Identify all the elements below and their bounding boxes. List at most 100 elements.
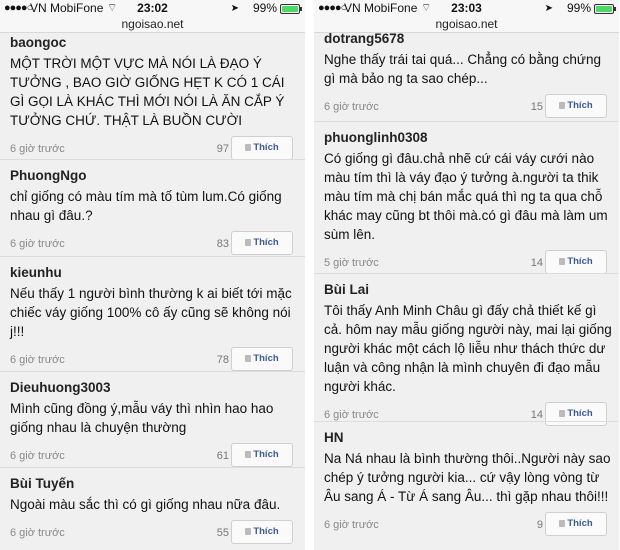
location-icon: ➤ xyxy=(544,3,553,14)
thumbs-up-icon xyxy=(245,355,252,362)
comment-time: 6 giờ trước xyxy=(10,450,65,462)
comment-author[interactable]: baongoc xyxy=(10,34,299,52)
comment-item: Dieuhuong3003 Mình cũng đồng ý,mẫu váy t… xyxy=(0,379,305,469)
comment-item: HN Na Ná nhau là bình thường thôi..Người… xyxy=(314,429,619,538)
divider xyxy=(0,256,305,257)
comment-item: dotrang5678 Nghe thấy trái tai quá... Ch… xyxy=(314,33,619,120)
comment-time: 6 giờ trước xyxy=(324,519,379,531)
like-label: Thích xyxy=(567,100,593,111)
comment-text: chỉ giống có màu tím mà tố tùm lum.Có gi… xyxy=(10,189,282,223)
comment-author[interactable]: Bùi Lai xyxy=(324,281,613,299)
comment-meta: 6 giờ trước 55 Thích xyxy=(10,520,299,546)
comment-time: 6 giờ trước xyxy=(10,354,65,366)
like-count: 97 xyxy=(216,143,229,155)
comment-meta: 6 giờ trước 83 Thích xyxy=(10,231,299,257)
like-count: 9 xyxy=(536,519,543,531)
status-bar: ●●●●○ VN MobiFone ⌔ 23:02 ➤ 99% xyxy=(0,0,305,17)
comment-meta: 6 giờ trước 15 Thích xyxy=(324,94,613,120)
like-count: 61 xyxy=(216,450,229,462)
comment-time: 6 giờ trước xyxy=(324,409,379,421)
like-count: 14 xyxy=(530,257,543,269)
like-label: Thích xyxy=(253,237,279,248)
divider xyxy=(0,371,305,372)
like-button[interactable]: Thích xyxy=(231,136,293,160)
comment-text: Na Ná nhau là bình thường thôi..Người nà… xyxy=(324,451,611,504)
comment-text: Mình cũng đồng ý,mẫu váy thì nhìn hao ha… xyxy=(10,401,274,435)
like-button[interactable]: Thích xyxy=(545,512,607,536)
like-label: Thích xyxy=(253,142,279,153)
comment-item: Bùi Tuyến Ngoài màu sắc thì có gì giống … xyxy=(0,475,305,546)
comment-author[interactable]: phuonglinh0308 xyxy=(324,129,613,147)
thumbs-up-icon xyxy=(245,144,252,151)
comment-text: Có giống gì đâu.chả nhẽ cứ cái váy cưới … xyxy=(324,151,608,242)
comment-time: 5 giờ trước xyxy=(324,257,379,269)
comment-meta: 6 giờ trước 61 Thích xyxy=(10,443,299,469)
like-button[interactable]: Thích xyxy=(545,402,607,426)
comment-author[interactable]: Bùi Tuyến xyxy=(10,475,299,493)
thumbs-up-icon xyxy=(559,520,566,527)
url-bar[interactable]: ngoisao.net xyxy=(314,17,619,33)
like-label: Thích xyxy=(567,518,593,529)
like-button[interactable]: Thích xyxy=(231,520,293,544)
like-label: Thích xyxy=(253,353,279,364)
comment-item: phuonglinh0308 Có giống gì đâu.chả nhẽ c… xyxy=(314,129,619,276)
comment-text: Tôi thấy Anh Minh Châu gì đấy chả thiết … xyxy=(324,303,612,394)
comment-item: kieunhu Nếu thấy 1 người bình thường k a… xyxy=(0,264,305,373)
comment-text: Ngoài màu sắc thì có gì giống nhau nữa đ… xyxy=(10,497,281,512)
comment-item: PhuongNgo chỉ giống có màu tím mà tố tùm… xyxy=(0,167,305,257)
comment-text: MỘT TRỜI MỘT VỰC MÀ NÓI LÀ ĐẠO Ý TƯỞNG ,… xyxy=(10,56,285,128)
like-button[interactable]: Thích xyxy=(545,94,607,118)
comment-list: dotrang5678 Nghe thấy trái tai quá... Ch… xyxy=(314,33,619,550)
like-count: 78 xyxy=(216,354,229,366)
comment-text: Nghe thấy trái tai quá... Chẳng có bằng … xyxy=(324,52,601,86)
comment-author[interactable]: dotrang5678 xyxy=(324,33,613,48)
left-screenshot: ●●●●○ VN MobiFone ⌔ 23:02 ➤ 99% ngoisao.… xyxy=(0,0,305,550)
status-bar: ●●●●○ VN MobiFone ⌔ 23:03 ➤ 99% xyxy=(314,0,619,17)
like-label: Thích xyxy=(253,449,279,460)
divider xyxy=(314,121,619,122)
comment-author[interactable]: PhuongNgo xyxy=(10,167,299,185)
like-count: 15 xyxy=(530,101,543,113)
location-icon: ➤ xyxy=(230,3,239,14)
battery-percent: 99% xyxy=(566,1,591,15)
thumbs-up-icon xyxy=(245,239,252,246)
like-label: Thích xyxy=(567,256,593,267)
comment-time: 6 giờ trước xyxy=(10,143,65,155)
battery-icon xyxy=(594,4,616,14)
screenshot-gap xyxy=(305,0,314,550)
like-button[interactable]: Thích xyxy=(231,231,293,255)
like-label: Thích xyxy=(253,526,279,537)
comment-time: 6 giờ trước xyxy=(10,238,65,250)
comment-time: 6 giờ trước xyxy=(324,101,379,113)
comment-meta: 6 giờ trước 14 Thích xyxy=(324,402,613,428)
comment-text: Nếu thấy 1 người bình thường k ai biết t… xyxy=(10,286,292,339)
comment-time: 6 giờ trước xyxy=(10,527,65,539)
thumbs-up-icon xyxy=(245,451,252,458)
like-label: Thích xyxy=(567,408,593,419)
like-count: 55 xyxy=(216,527,229,539)
divider xyxy=(314,421,619,422)
battery-icon xyxy=(280,4,302,14)
like-count: 83 xyxy=(216,238,229,250)
comment-meta: 6 giờ trước 9 Thích xyxy=(324,512,613,538)
comment-author[interactable]: kieunhu xyxy=(10,264,299,282)
thumbs-up-icon xyxy=(559,258,566,265)
comment-item: baongoc MỘT TRỜI MỘT VỰC MÀ NÓI LÀ ĐẠO Ý… xyxy=(0,34,305,162)
comment-list: baongoc MỘT TRỜI MỘT VỰC MÀ NÓI LÀ ĐẠO Ý… xyxy=(0,33,305,550)
comment-author[interactable]: Dieuhuong3003 xyxy=(10,379,299,397)
thumbs-up-icon xyxy=(559,102,566,109)
divider xyxy=(314,273,619,274)
like-button[interactable]: Thích xyxy=(231,443,293,467)
comment-author[interactable]: HN xyxy=(324,429,613,447)
thumbs-up-icon xyxy=(245,528,252,535)
like-button[interactable]: Thích xyxy=(231,347,293,371)
battery-percent: 99% xyxy=(252,1,277,15)
comment-meta: 6 giờ trước 78 Thích xyxy=(10,347,299,373)
url-bar[interactable]: ngoisao.net xyxy=(0,17,305,33)
like-button[interactable]: Thích xyxy=(545,250,607,274)
right-screenshot: ●●●●○ VN MobiFone ⌔ 23:03 ➤ 99% ngoisao.… xyxy=(314,0,619,550)
divider xyxy=(0,159,305,160)
like-count: 14 xyxy=(530,409,543,421)
divider xyxy=(0,467,305,468)
thumbs-up-icon xyxy=(559,410,566,417)
